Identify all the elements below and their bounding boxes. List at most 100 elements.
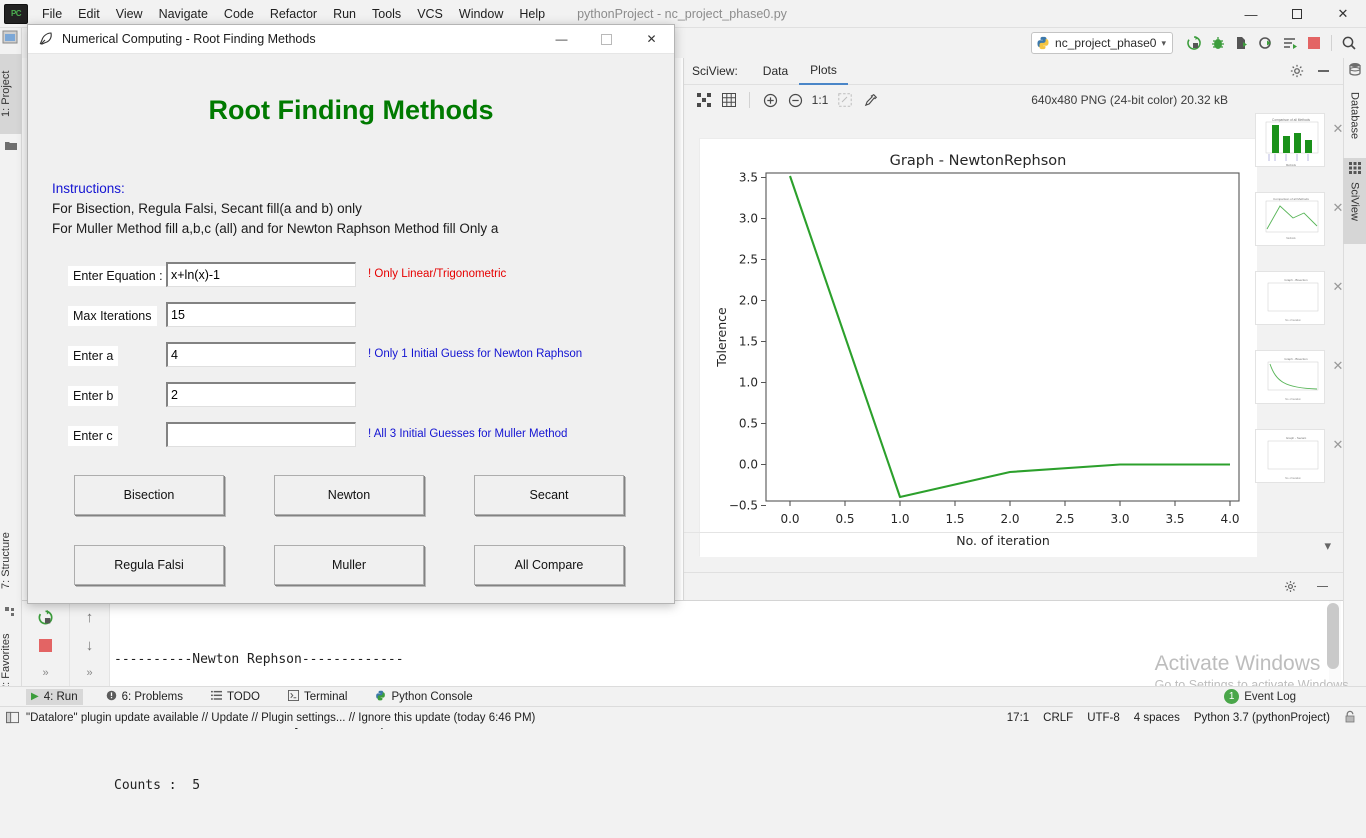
run-console-left-toolbar: » <box>22 601 70 687</box>
gear-icon[interactable] <box>1279 576 1301 598</box>
list-item[interactable]: Graph - Bisection No. of iteration ✕ <box>1255 258 1343 337</box>
menu-refactor[interactable]: Refactor <box>262 3 325 25</box>
menu-help[interactable]: Help <box>511 3 553 25</box>
sciview-hide-button[interactable] <box>1312 60 1334 82</box>
event-log-button[interactable]: 1 Event Log <box>1224 689 1366 704</box>
list-item[interactable]: Comparison of all Methods Methods ✕ <box>1255 179 1343 258</box>
line-separator[interactable]: CRLF <box>1043 712 1073 724</box>
stop-icon[interactable] <box>1303 32 1325 54</box>
empty-plot-thumbnail-2[interactable]: Graph - Secant No. of iteration <box>1255 428 1325 483</box>
menu-vcs[interactable]: VCS <box>409 3 451 25</box>
project-files-icon[interactable] <box>2 30 20 46</box>
ide-maximize-button[interactable] <box>1274 0 1320 28</box>
menu-view[interactable]: View <box>108 3 151 25</box>
secant-button[interactable]: Secant <box>474 475 624 515</box>
search-everywhere-icon[interactable] <box>1338 32 1360 54</box>
empty-plot-thumbnail-1[interactable]: Graph - Bisection No. of iteration <box>1255 270 1325 325</box>
scroll-down-icon[interactable]: ↓ <box>78 633 102 657</box>
tab-terminal[interactable]: Terminal <box>283 688 352 706</box>
run-configuration-selector[interactable]: nc_project_phase0 ▾ <box>1031 32 1173 54</box>
dialog-close-button[interactable]: ✕ <box>629 25 674 54</box>
list-item[interactable]: Comparison of all Methods Methods ✕ <box>1255 100 1343 179</box>
python-interpreter[interactable]: Python 3.7 (pythonProject) <box>1194 712 1330 724</box>
minimize-icon[interactable] <box>1311 576 1333 598</box>
xtick-7: 3.5 <box>1165 512 1184 526</box>
tab-plots[interactable]: Plots <box>799 58 848 85</box>
todo-icon <box>210 690 222 704</box>
bisection-button[interactable]: Bisection <box>74 475 224 515</box>
enter-b-input[interactable] <box>166 382 356 407</box>
enter-a-input[interactable] <box>166 342 356 367</box>
muller-button[interactable]: Muller <box>274 545 424 585</box>
console-scrollbar[interactable] <box>1327 601 1341 687</box>
all-compare-button[interactable]: All Compare <box>474 545 624 585</box>
run-with-params-icon[interactable] <box>1279 32 1301 54</box>
matplotlib-figure: Graph - NewtonRephson 3.5 3.0 2.5 2.0 1.… <box>700 139 1257 557</box>
sidebar-item-structure[interactable]: 7: Structure <box>0 520 22 602</box>
profile-icon[interactable] <box>1255 32 1277 54</box>
caret-position[interactable]: 17:1 <box>1007 712 1029 724</box>
tab-terminal-label: Terminal <box>303 690 348 703</box>
rerun-icon[interactable] <box>34 605 58 629</box>
sidebar-item-database[interactable]: Database <box>1343 80 1366 152</box>
chevron-down-icon[interactable]: ▾ <box>1324 538 1331 554</box>
ide-close-button[interactable]: ✕ <box>1320 0 1366 28</box>
dialog-minimize-button[interactable]: — <box>539 25 584 54</box>
debug-icon[interactable] <box>1207 32 1229 54</box>
menu-tools[interactable]: Tools <box>364 3 409 25</box>
tab-problems[interactable]: 6: Problems <box>101 688 188 706</box>
equation-input[interactable] <box>166 262 356 287</box>
menu-navigate[interactable]: Navigate <box>151 3 216 25</box>
fit-content-icon[interactable] <box>693 89 715 111</box>
zoom-in-icon[interactable] <box>759 89 781 111</box>
zoom-out-icon[interactable] <box>784 89 806 111</box>
file-encoding[interactable]: UTF-8 <box>1087 712 1120 724</box>
line-chart-thumbnail[interactable]: Comparison of all Methods Methods <box>1255 191 1325 246</box>
decay-curve-thumbnail[interactable]: Graph - Bisection No. of iteration <box>1255 349 1325 404</box>
root-finding-dialog[interactable]: Numerical Computing - Root Finding Metho… <box>27 24 675 604</box>
tab-python-console[interactable]: Python Console <box>370 688 477 706</box>
plot-image[interactable]: Graph - NewtonRephson 3.5 3.0 2.5 2.0 1.… <box>699 138 1257 557</box>
coverage-icon[interactable] <box>1231 32 1253 54</box>
menu-edit[interactable]: Edit <box>70 3 108 25</box>
newton-button[interactable]: Newton <box>274 475 424 515</box>
status-message[interactable]: "Datalore" plugin update available // Up… <box>0 712 535 724</box>
tab-todo[interactable]: TODO <box>206 688 265 706</box>
sidebar-item-project[interactable]: 1: Project <box>0 54 22 134</box>
tab-run[interactable]: ▶ 4: Run <box>26 688 83 705</box>
toggle-toolwindows-icon[interactable] <box>6 711 19 727</box>
select-region-icon[interactable] <box>834 89 856 111</box>
scroll-up-icon[interactable]: ↑ <box>78 605 102 629</box>
ide-minimize-button[interactable]: — <box>1228 0 1274 28</box>
dialog-maximize-button[interactable] <box>584 25 629 54</box>
grid-icon[interactable] <box>718 89 740 111</box>
menu-run[interactable]: Run <box>325 3 364 25</box>
stop-icon[interactable] <box>34 633 58 657</box>
max-iterations-input[interactable] <box>166 302 356 327</box>
rerun-icon[interactable] <box>1183 32 1205 54</box>
enter-c-input[interactable] <box>166 422 356 447</box>
more-icon[interactable]: » <box>34 661 58 685</box>
list-item[interactable]: Graph - Secant No. of iteration ✕ <box>1255 416 1343 495</box>
color-picker-icon[interactable] <box>859 89 881 111</box>
bar-chart-thumbnail[interactable]: Comparison of all Methods Methods <box>1255 112 1325 167</box>
list-item[interactable]: Graph - Bisection No. of iteration ✕ <box>1255 337 1343 416</box>
instructions-line-1: For Bisection, Regula Falsi, Secant fill… <box>52 201 362 216</box>
actual-size-button[interactable]: 1:1 <box>809 89 831 111</box>
sciview-settings-gear-icon[interactable] <box>1286 60 1308 82</box>
run-icon: ▶ <box>31 691 39 702</box>
equation-label: Enter Equation : <box>68 266 168 286</box>
database-icon[interactable] <box>1348 62 1362 79</box>
lock-icon[interactable] <box>1344 710 1356 726</box>
menu-file[interactable]: File <box>34 3 70 25</box>
more2-icon[interactable]: » <box>78 661 102 685</box>
dialog-title-bar[interactable]: Numerical Computing - Root Finding Metho… <box>28 25 674 54</box>
menu-window[interactable]: Window <box>451 3 511 25</box>
chevron-down-icon[interactable]: ▾ <box>1161 38 1166 49</box>
indent-setting[interactable]: 4 spaces <box>1134 712 1180 724</box>
tab-data[interactable]: Data <box>752 59 799 84</box>
regula-falsi-button[interactable]: Regula Falsi <box>74 545 224 585</box>
menu-code[interactable]: Code <box>216 3 262 25</box>
console-scrollbar-thumb[interactable] <box>1327 603 1339 669</box>
svg-text:Comparison of all Methods: Comparison of all Methods <box>1272 118 1310 122</box>
